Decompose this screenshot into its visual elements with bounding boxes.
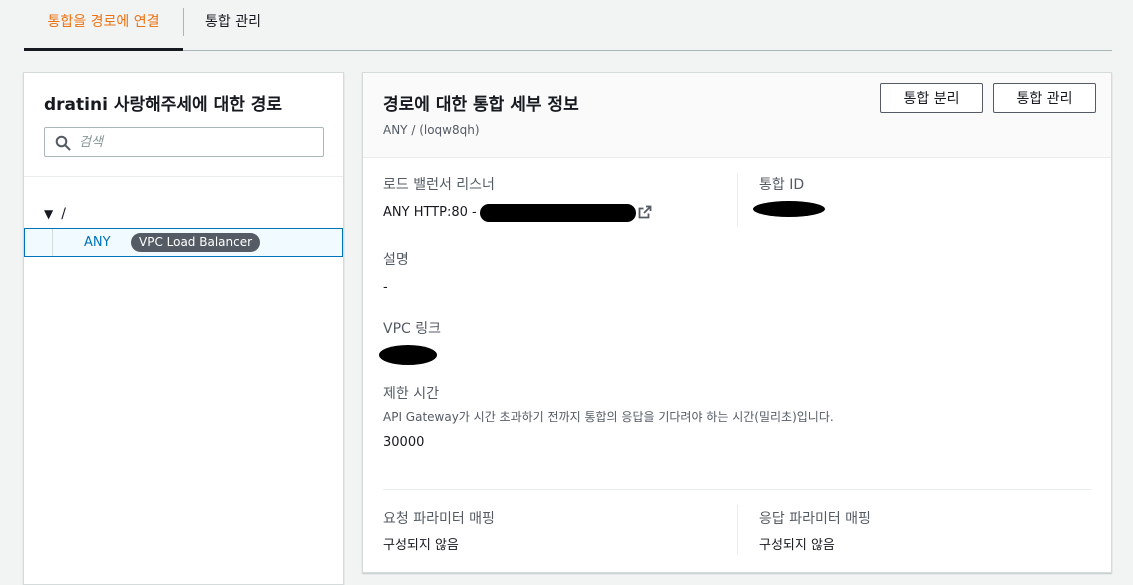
description-value: -: [383, 280, 388, 295]
column-divider: [737, 505, 738, 555]
timeout-description: API Gateway가 시간 초과하기 전까지 통합의 응답을 기다려야 하는…: [383, 410, 834, 424]
listener-label: 로드 밸런서 리스너: [383, 177, 495, 193]
route-method: ANY: [84, 235, 111, 250]
section-divider: [383, 489, 1091, 490]
caret-down-icon[interactable]: ▼: [44, 207, 53, 221]
integration-type-badge: VPC Load Balancer: [131, 233, 261, 252]
tree-guide-line: [52, 229, 53, 256]
column-divider: [737, 173, 738, 227]
tab-manage-integrations[interactable]: 통합 관리: [205, 0, 261, 50]
external-link-icon[interactable]: [638, 205, 652, 219]
route-item-any[interactable]: ANY VPC Load Balancer: [24, 228, 343, 257]
route-tree-root[interactable]: ▼ /: [44, 205, 66, 223]
listener-value: ANY HTTP:80 -: [383, 205, 477, 220]
integration-details-panel: 경로에 대한 통합 세부 정보 ANY / (loqw8qh) 통합 분리 통합…: [362, 72, 1112, 573]
route-root-path: /: [61, 206, 66, 222]
routes-panel: dratini 사랑해주세에 대한 경로 ▼ / ANY VPC Load Ba…: [23, 72, 344, 585]
tab-bar: 통합을 경로에 연결 통합 관리: [24, 0, 1112, 51]
tab-divider: [183, 8, 184, 36]
vpc-link-label: VPC 링크: [383, 321, 442, 337]
redacted-listener-arn: [480, 204, 636, 222]
redacted-vpc-link: [379, 345, 437, 365]
tab-attach-integration[interactable]: 통합을 경로에 연결: [24, 0, 183, 51]
details-subtitle: ANY / (loqw8qh): [383, 123, 480, 137]
details-header: 경로에 대한 통합 세부 정보 ANY / (loqw8qh) 통합 분리 통합…: [363, 73, 1111, 158]
timeout-label: 제한 시간: [383, 386, 439, 402]
search-box[interactable]: [44, 127, 324, 157]
description-label: 설명: [383, 252, 409, 268]
response-mapping-label: 응답 파라미터 매핑: [759, 511, 871, 527]
timeout-value: 30000: [383, 435, 425, 450]
response-mapping-value: 구성되지 않음: [759, 538, 835, 553]
search-icon: [55, 135, 71, 151]
request-mapping-label: 요청 파라미터 매핑: [383, 511, 495, 527]
details-title: 경로에 대한 통합 세부 정보: [383, 95, 579, 115]
integration-id-label: 통합 ID: [759, 177, 805, 193]
detach-integration-button[interactable]: 통합 분리: [880, 83, 983, 113]
manage-integration-button[interactable]: 통합 관리: [993, 83, 1096, 113]
redacted-integration-id: [753, 201, 825, 217]
routes-panel-title: dratini 사랑해주세에 대한 경로: [44, 95, 283, 115]
routes-panel-header: dratini 사랑해주세에 대한 경로: [24, 73, 343, 177]
search-input[interactable]: [79, 128, 319, 156]
request-mapping-value: 구성되지 않음: [383, 538, 459, 553]
